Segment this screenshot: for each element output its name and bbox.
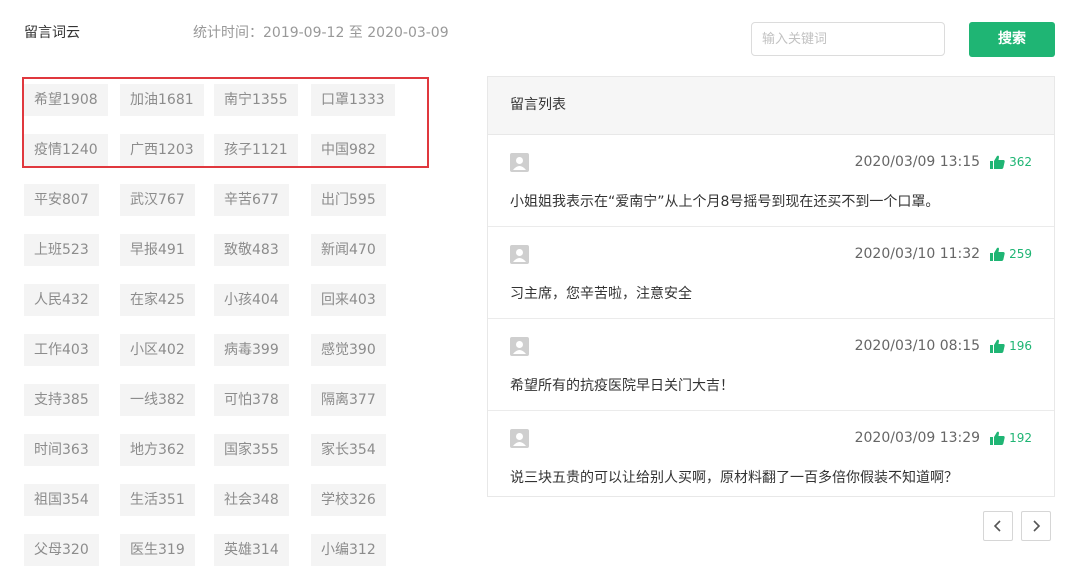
word-tag[interactable]: 支持385 [24,384,99,416]
search-input[interactable] [751,22,945,56]
word-tag[interactable]: 生活351 [120,484,195,516]
word-tag[interactable]: 出门595 [311,184,386,216]
word-tag[interactable]: 学校326 [311,484,386,516]
like-count: 362 [1009,155,1032,169]
word-tag[interactable]: 工作403 [24,334,99,366]
word-tag[interactable]: 希望1908 [24,84,108,116]
message-text: 习主席，您辛苦啦，注意安全 [510,286,692,302]
message-time: 2020/03/09 13:29 [854,430,981,446]
message-item: 2020/03/10 11:32 259 习主席，您辛苦啦，注意安全 [488,227,1054,319]
chevron-right-icon [1033,520,1041,532]
thumbs-up-icon[interactable] [990,155,1005,169]
word-tag[interactable]: 隔离377 [311,384,386,416]
message-text: 说三块五贵的可以让给别人买啊，原材料翻了一百多倍你假装不知道啊？ [510,470,958,486]
word-tag[interactable]: 加油1681 [120,84,204,116]
word-tag[interactable]: 孩子1121 [214,134,298,166]
word-tag[interactable]: 祖国354 [24,484,99,516]
word-tag[interactable]: 南宁1355 [214,84,298,116]
user-avatar-icon [510,153,529,172]
word-tag[interactable]: 新闻470 [311,234,386,266]
chevron-left-icon [993,520,1001,532]
user-avatar-icon [510,429,529,448]
message-time: 2020/03/09 13:15 [854,154,981,170]
word-tag[interactable]: 口罩1333 [311,84,395,116]
word-tag[interactable]: 中国982 [311,134,386,166]
word-tag[interactable]: 医生319 [120,534,195,566]
word-tag[interactable]: 父母320 [24,534,99,566]
like-count: 196 [1009,339,1032,353]
thumbs-up-icon[interactable] [990,431,1005,445]
message-time: 2020/03/10 11:32 [854,246,981,262]
word-tag[interactable]: 一线382 [120,384,195,416]
word-tag[interactable]: 早报491 [120,234,195,266]
thumbs-up-icon[interactable] [990,247,1005,261]
thumbs-up-icon[interactable] [990,339,1005,353]
user-avatar-icon [510,337,529,356]
next-page-button[interactable] [1021,511,1051,541]
message-text: 希望所有的抗疫医院早日关门大吉！ [510,378,734,394]
page-title: 留言词云 [24,25,80,41]
word-tag[interactable]: 英雄314 [214,534,289,566]
message-item: 2020/03/10 08:15 196 希望所有的抗疫医院早日关门大吉！ [488,319,1054,411]
message-item: 2020/03/09 13:29 192 说三块五贵的可以让给别人买啊，原材料翻了一… [488,411,1054,502]
prev-page-button[interactable] [983,511,1013,541]
word-tag[interactable]: 辛苦677 [214,184,289,216]
search-button[interactable]: 搜索 [969,22,1055,57]
word-tag[interactable]: 平安807 [24,184,99,216]
stat-period: 统计时间：2019-09-12 至 2020-03-09 [193,25,449,41]
user-avatar-icon [510,245,529,264]
word-tag[interactable]: 小编312 [311,534,386,566]
message-list-panel: 留言列表 2020/03/09 13:15 362 小姐姐我表示在“爱南宁”从上个月… [487,76,1055,497]
message-item: 2020/03/09 13:15 362 小姐姐我表示在“爱南宁”从上个月8号摇号到… [488,135,1054,227]
word-tag[interactable]: 武汉767 [120,184,195,216]
word-tag[interactable]: 国家355 [214,434,289,466]
message-time: 2020/03/10 08:15 [854,338,981,354]
word-tag[interactable]: 小孩404 [214,284,289,316]
message-list-title: 留言列表 [488,77,1054,135]
word-tag[interactable]: 疫情1240 [24,134,108,166]
word-tag[interactable]: 家长354 [311,434,386,466]
like-count: 259 [1009,247,1032,261]
word-tag[interactable]: 广西1203 [120,134,204,166]
word-tag[interactable]: 病毒399 [214,334,289,366]
word-tag[interactable]: 回来403 [311,284,386,316]
word-tag[interactable]: 致敬483 [214,234,289,266]
word-tag[interactable]: 地方362 [120,434,195,466]
word-tag[interactable]: 人民432 [24,284,99,316]
word-tag[interactable]: 可怕378 [214,384,289,416]
like-count: 192 [1009,431,1032,445]
word-tag[interactable]: 感觉390 [311,334,386,366]
message-text: 小姐姐我表示在“爱南宁”从上个月8号摇号到现在还买不到一个口罩。 [510,194,940,210]
word-tag[interactable]: 小区402 [120,334,195,366]
word-tag[interactable]: 在家425 [120,284,195,316]
word-tag[interactable]: 上班523 [24,234,99,266]
word-tag[interactable]: 时间363 [24,434,99,466]
word-tag[interactable]: 社会348 [214,484,289,516]
